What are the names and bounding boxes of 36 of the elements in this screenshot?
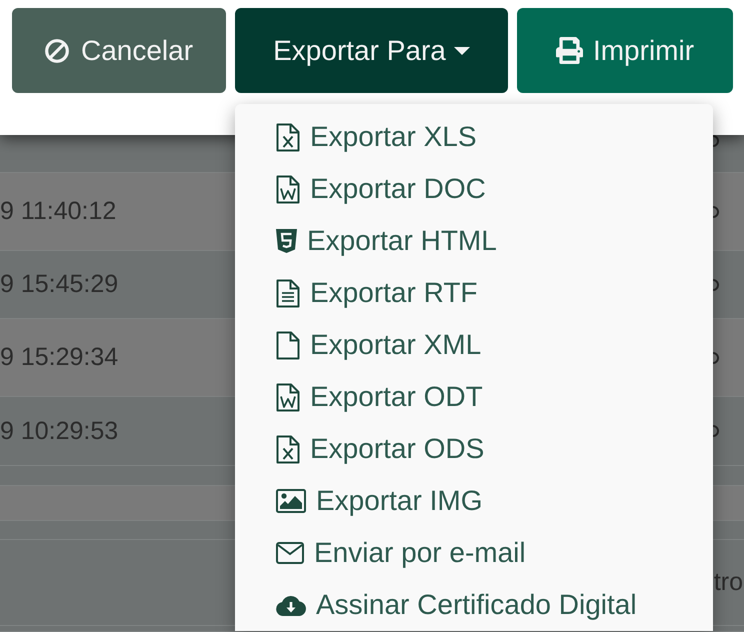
- arc-icon: [712, 206, 719, 218]
- export-menu-item[interactable]: Exportar IMG: [235, 475, 713, 527]
- arc-icon: [712, 278, 719, 290]
- export-menu-item[interactable]: Exportar XML: [235, 319, 713, 371]
- spreadsheet-file-icon: [276, 434, 300, 464]
- spreadsheet-file-icon: [276, 122, 300, 152]
- cloud-download-icon: [276, 594, 306, 616]
- caret-icon: [454, 46, 470, 54]
- export-menu-item[interactable]: Assinar Certificado Digital: [235, 579, 713, 631]
- export-menu-item[interactable]: Exportar ODT: [235, 371, 713, 423]
- export-menu-item[interactable]: Exportar ODS: [235, 423, 713, 475]
- document-file-icon: [276, 382, 300, 412]
- export-menu-item[interactable]: Exportar RTF: [235, 267, 713, 319]
- table-cell: tro: [714, 568, 743, 597]
- text-file-icon: [276, 278, 300, 308]
- export-menu-item[interactable]: Exportar XLS: [235, 111, 713, 163]
- export-menu-item[interactable]: Exportar HTML: [235, 215, 713, 267]
- export-menu-item[interactable]: Exportar DOC: [235, 163, 713, 215]
- cancel-button[interactable]: Cancelar: [12, 8, 226, 93]
- envelope-icon: [276, 542, 304, 564]
- document-file-icon: [276, 174, 300, 204]
- print-button[interactable]: Imprimir: [517, 8, 733, 93]
- arc-icon: [712, 135, 719, 147]
- export-dropdown-button[interactable]: Exportar Para: [235, 8, 508, 93]
- table-cell: 9 15:29:34: [0, 343, 118, 372]
- printer-icon: [556, 37, 583, 64]
- ban-icon: [44, 38, 69, 62]
- image-icon: [276, 489, 306, 513]
- table-cell: 9 15:45:29: [0, 270, 118, 299]
- export-menu-item[interactable]: Enviar por e-mail: [235, 527, 713, 579]
- arc-icon: [712, 425, 719, 437]
- file-icon: [276, 330, 300, 360]
- html5-icon: [276, 229, 297, 253]
- table-cell: 9 10:29:53: [0, 416, 118, 446]
- arc-icon: [712, 352, 719, 364]
- table-cell: 9 11:40:12: [0, 197, 116, 226]
